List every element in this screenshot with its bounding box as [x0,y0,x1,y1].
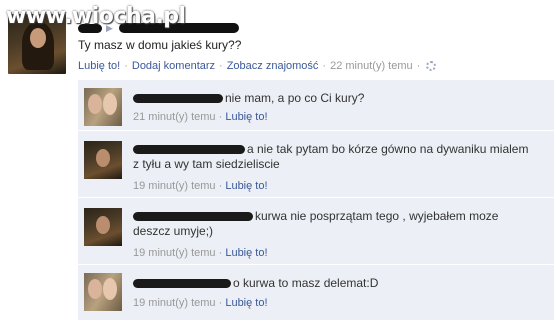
redacted-commenter-name [133,94,223,104]
comment-like-link[interactable]: Lubię to! [225,297,267,309]
post-timestamp: 22 minut(y) temu [330,60,413,72]
comment-meta: 21 minut(y) temu · Lubię to! [133,111,268,123]
watermark: www.wiocha.pl [6,4,186,29]
comment-item: a nie tak pytam bo kórze gówno na dywani… [78,131,554,198]
comment-avatar[interactable] [84,141,122,179]
comment-list: nie mam, a po co Ci kury? 21 minut(y) te… [78,80,554,320]
comment-item: o kurwa to masz delemat:D 19 minut(y) te… [78,265,554,320]
like-link[interactable]: Lubię to! [78,60,120,72]
comment-meta: 19 minut(y) temu · Lubię to! [133,247,268,259]
comment-item: kurwa nie posprzątam tego , wyjebałem mo… [78,198,554,265]
comment-like-link[interactable]: Lubię to! [225,247,267,259]
comment-meta: 19 minut(y) temu · Lubię to! [133,297,268,309]
see-friendship-link[interactable]: Zobacz znajomość [227,60,319,72]
post-actions: Lubię to! · Dodaj komentarz · Zobacz zna… [78,60,437,72]
comment-like-link[interactable]: Lubię to! [225,111,267,123]
comment-text: nie mam, a po co Ci kury? [225,91,365,105]
comment-timestamp: 19 minut(y) temu [133,180,216,192]
comment-like-link[interactable]: Lubię to! [225,180,267,192]
comment-body: a nie tak pytam bo kórze gówno na dywani… [133,142,533,172]
redacted-commenter-name [133,212,253,222]
redacted-commenter-name [133,145,245,155]
comment-item: nie mam, a po co Ci kury? 21 minut(y) te… [78,80,554,131]
privacy-icon[interactable] [426,61,437,71]
redacted-commenter-name [133,279,231,289]
comment-timestamp: 19 minut(y) temu [133,247,216,259]
add-comment-link[interactable]: Dodaj komentarz [132,60,215,72]
comment-meta: 19 minut(y) temu · Lubię to! [133,180,268,192]
comment-timestamp: 21 minut(y) temu [133,111,216,123]
post-text: Ty masz w domu jakieś kury?? [78,38,242,52]
comment-avatar[interactable] [84,88,122,126]
comment-avatar[interactable] [84,273,122,311]
comment-body: kurwa nie posprzątam tego , wyjebałem mo… [133,209,533,239]
comment-body: nie mam, a po co Ci kury? [133,91,533,106]
comment-body: o kurwa to masz delemat:D [133,276,533,291]
comment-timestamp: 19 minut(y) temu [133,297,216,309]
comment-text: o kurwa to masz delemat:D [233,276,379,290]
comment-avatar[interactable] [84,208,122,246]
